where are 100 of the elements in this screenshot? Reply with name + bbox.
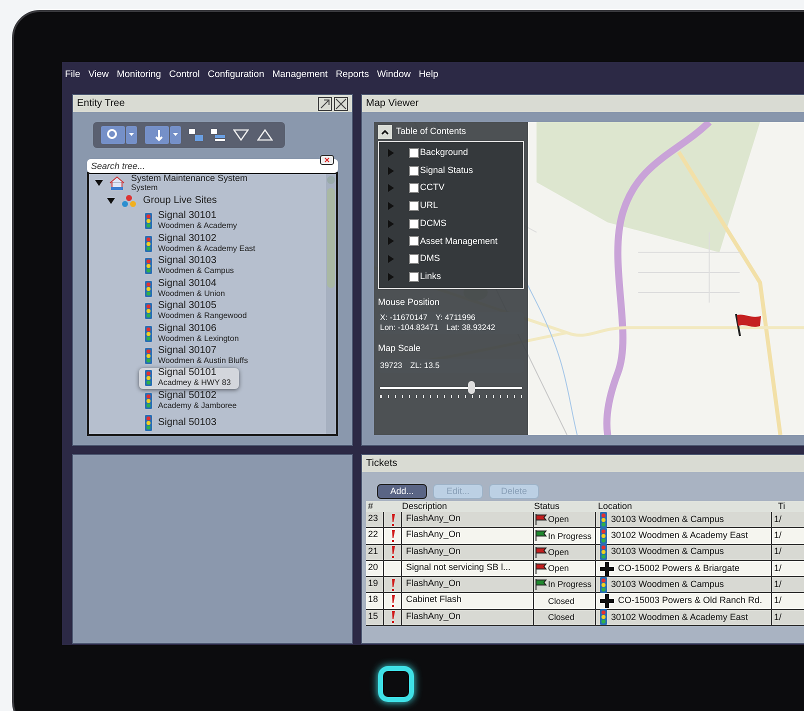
layer-label: CCTV — [420, 181, 444, 194]
node-label: Signal 30103 — [158, 256, 218, 266]
expand-all-icon[interactable] — [189, 129, 203, 141]
latitude: Lat: 38.93242 — [446, 323, 496, 333]
house-icon — [109, 176, 125, 190]
traffic-light-icon — [145, 370, 152, 386]
menu-item[interactable]: View — [88, 68, 109, 82]
tree-node[interactable]: Signal 50102 Academy & Jamboree — [139, 390, 245, 412]
triangle-down-icon[interactable] — [233, 129, 249, 141]
panel-title: Map Viewer — [366, 97, 419, 111]
status-text: Open — [548, 546, 569, 559]
tree-node[interactable]: Signal 30104 Woodmen & Union — [139, 278, 233, 300]
layer-label: Background — [420, 146, 468, 160]
status-text: In Progress — [548, 578, 592, 592]
cross-icon — [600, 562, 614, 576]
layer-checkbox[interactable] — [409, 166, 419, 176]
layer-checkbox[interactable] — [409, 236, 419, 246]
layer-label: Links — [420, 270, 442, 283]
location-text: CO-15002 Powers & Briargate — [618, 562, 740, 575]
traffic-light-icon — [145, 415, 152, 432]
menu-item[interactable]: Management — [272, 68, 328, 82]
table-cell: FlashAny_On — [402, 528, 534, 544]
toc-title: Table of Contents — [396, 125, 466, 138]
collapse-toc-button[interactable] — [378, 125, 392, 139]
expand-caret-icon[interactable] — [95, 179, 103, 187]
layer-checkbox[interactable] — [409, 218, 419, 229]
home-button[interactable] — [378, 666, 414, 702]
menu-item[interactable]: Monitoring — [116, 68, 162, 82]
table-cell: 23 — [366, 512, 384, 528]
toolbar-button[interactable]: Add... — [377, 484, 427, 499]
triangle-up-icon[interactable] — [257, 129, 273, 141]
traffic-light-icon — [145, 326, 152, 342]
layer-label: DCMS — [420, 216, 446, 230]
tree-node[interactable]: Signal 30107 Woodmen & Austin Bluffs — [139, 345, 256, 367]
column-header: Location — [598, 501, 634, 512]
section-title: Map Scale — [378, 342, 422, 355]
table-cell: 19 — [366, 577, 384, 592]
exclamation-icon — [390, 546, 394, 558]
tree-node[interactable]: Signal 50101 Acadmey & HWY 83 — [139, 368, 239, 390]
undock-icon[interactable] — [318, 96, 332, 110]
table-cell: 21 — [366, 544, 384, 560]
status-text: Closed — [548, 594, 574, 608]
menu-item[interactable]: Help — [418, 68, 438, 82]
tree-node[interactable]: Signal 30106 Woodmen & Lexington — [139, 322, 247, 344]
layer-checkbox[interactable] — [409, 200, 419, 211]
menu-item[interactable]: File — [65, 68, 80, 82]
table-cell: FlashAny_On — [402, 544, 534, 560]
node-subtitle: Woodmen & Lexington — [158, 334, 239, 344]
search-dropdown-icon[interactable] — [101, 126, 137, 144]
table-cell: FlashAny_On — [402, 577, 534, 592]
layer-label: Asset Management — [420, 234, 498, 248]
node-label: Signal 30101 — [158, 211, 218, 222]
search-field[interactable]: Search tree... — [87, 159, 338, 173]
node-label: Signal 50103 — [158, 418, 216, 428]
traffic-light-icon — [145, 236, 152, 252]
node-label: Signal 30105 — [158, 301, 218, 312]
slider-thumb[interactable] — [468, 380, 475, 394]
status-text: In Progress — [548, 530, 592, 542]
tree-node[interactable]: Signal 30102 Woodmen & Academy East — [139, 233, 264, 254]
table-cell: FlashAny_On — [402, 512, 534, 528]
node-subtitle: Woodmen & Academy — [158, 221, 238, 232]
tree-node[interactable]: Signal 50103 — [139, 412, 224, 434]
node-label: Signal 30102 — [158, 234, 218, 244]
panel-title: Entity Tree — [77, 97, 125, 111]
layer-label: URL — [420, 199, 438, 212]
tree-node[interactable]: Signal 30103 Woodmen & Campus — [139, 255, 242, 277]
vertical-scrollbar[interactable] — [326, 174, 336, 434]
section-title: Mouse Position — [378, 296, 441, 308]
table-cell-text: 1/ — [773, 594, 782, 608]
menu-item[interactable]: Control — [169, 68, 200, 82]
tree-node[interactable]: System Maintenance System System — [95, 174, 326, 192]
node-subtitle: Woodmen & Academy East — [158, 244, 256, 254]
menu-item[interactable]: Window — [376, 68, 411, 82]
tree-node[interactable]: Signal 30101 Woodmen & Academy — [139, 210, 246, 232]
traffic-light-icon — [600, 609, 607, 626]
scale-value: 39723 — [380, 360, 402, 372]
table-cell: 15 — [366, 610, 384, 626]
layer-checkbox[interactable] — [409, 148, 419, 158]
sort-dropdown-icon[interactable] — [145, 126, 181, 144]
menu-item[interactable]: Reports — [336, 68, 369, 82]
flag-icon — [734, 312, 764, 338]
traffic-light-icon — [145, 348, 152, 364]
layer-checkbox[interactable] — [409, 272, 419, 282]
close-icon[interactable] — [334, 96, 348, 110]
collapse-all-icon[interactable] — [211, 129, 225, 141]
tree-node[interactable]: Group Live Sites — [95, 192, 326, 210]
panel-title: Tickets — [366, 457, 398, 471]
x-coordinate: X: -11670147 — [380, 313, 428, 323]
table-cell-text: 1/ — [773, 529, 782, 542]
clear-search-icon[interactable] — [320, 155, 334, 165]
node-label: System Maintenance System — [131, 174, 248, 183]
table-cell: 18 — [366, 593, 384, 609]
table-cell: 20 — [366, 560, 384, 576]
expand-caret-icon[interactable] — [107, 196, 115, 205]
traffic-light-icon — [145, 213, 152, 230]
menu-item[interactable]: Configuration — [208, 68, 264, 82]
zoom-slider[interactable] — [380, 380, 522, 400]
layer-checkbox[interactable] — [409, 254, 419, 264]
tree-node[interactable]: Signal 30105 Woodmen & Rangewood — [139, 300, 255, 322]
layer-checkbox[interactable] — [409, 183, 419, 194]
